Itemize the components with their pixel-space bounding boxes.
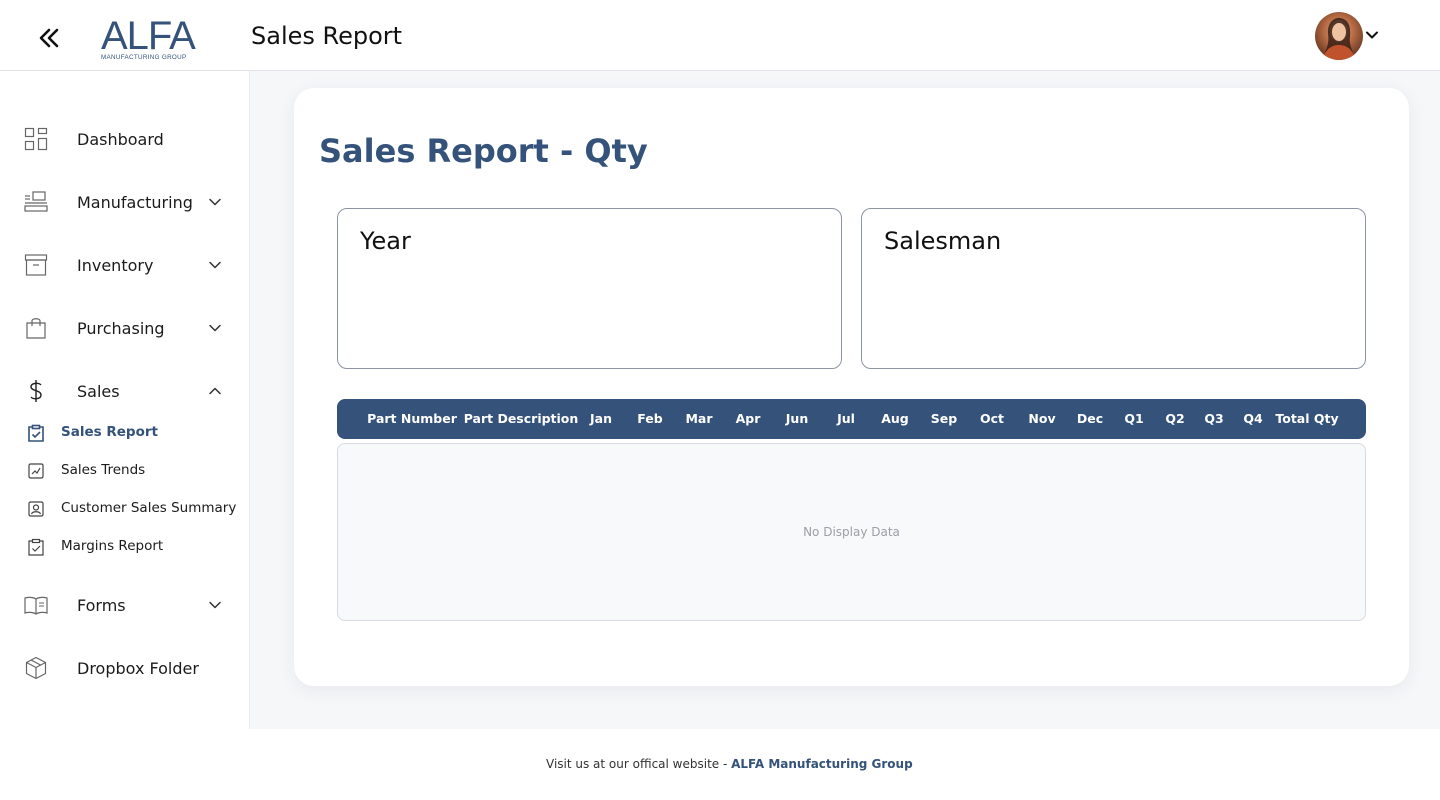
dollar-icon [30, 380, 42, 402]
column-header[interactable]: Q2 [1165, 411, 1184, 426]
page-title: Sales Report [251, 22, 403, 50]
sidebar-item-inventory[interactable]: Inventory [0, 243, 249, 287]
sidebar-subitem-label: Sales Report [61, 424, 158, 440]
chevron-down-icon [209, 324, 221, 332]
report-card: Sales Report - Qty Year Salesman Part Nu… [294, 88, 1409, 686]
sidebar-item-sales[interactable]: Sales [0, 369, 249, 413]
sidebar-subitem-label: Customer Sales Summary [61, 500, 237, 516]
sidebar-item-label: Forms [77, 595, 126, 615]
sidebar-item-label: Manufacturing [77, 192, 193, 212]
column-header[interactable]: Total Qty [1275, 411, 1338, 426]
sidebar-item-label: Inventory [77, 255, 154, 275]
column-header[interactable]: Q1 [1124, 411, 1143, 426]
table-header: Part Number Part Description Jan Feb Mar… [337, 399, 1366, 439]
clipboard-check-icon [28, 538, 44, 556]
report-title: Sales Report - Qty [319, 132, 648, 170]
column-header[interactable]: Part Number [367, 411, 457, 426]
package-icon [25, 656, 47, 680]
column-header[interactable]: Oct [980, 411, 1004, 426]
sidebar-item-dashboard[interactable]: Dashboard [0, 117, 249, 161]
salesman-filter-label: Salesman [884, 227, 1002, 255]
footer-text: Visit us at our offical website - ALFA M… [546, 757, 913, 771]
double-chevron-left-icon[interactable] [36, 24, 62, 52]
chevron-down-icon[interactable] [1365, 28, 1379, 42]
sidebar-item-dropbox-folder[interactable]: Dropbox Folder [0, 646, 249, 690]
table-body: No Display Data [337, 443, 1366, 621]
logo-mark: ALFA [101, 14, 196, 58]
sidebar-subitem-margins-report[interactable]: Margins Report [0, 532, 249, 562]
trend-chart-icon [28, 463, 44, 479]
column-header[interactable]: Feb [637, 411, 662, 426]
footer: Visit us at our offical website - ALFA M… [0, 729, 1440, 800]
sidebar-item-purchasing[interactable]: Purchasing [0, 306, 249, 350]
column-header[interactable]: Q3 [1204, 411, 1223, 426]
sidebar: Dashboard Manufacturing Inventory Purcha… [0, 71, 250, 729]
sidebar-item-label: Dropbox Folder [77, 658, 199, 678]
main-content: Sales Report - Qty Year Salesman Part Nu… [250, 71, 1440, 729]
chevron-down-icon [209, 261, 221, 269]
sidebar-item-label: Dashboard [77, 129, 164, 149]
chevron-down-icon [209, 601, 221, 609]
column-header[interactable]: Q4 [1243, 411, 1262, 426]
year-filter-label: Year [360, 227, 411, 255]
sidebar-subitem-sales-trends[interactable]: Sales Trends [0, 456, 249, 486]
column-header[interactable]: Jan [590, 411, 612, 426]
sidebar-item-label: Purchasing [77, 318, 165, 338]
book-icon [24, 596, 48, 615]
column-header[interactable]: Part Description [464, 411, 579, 426]
footer-website-link[interactable]: ALFA Manufacturing Group [731, 757, 913, 771]
dashboard-icon [24, 127, 48, 151]
company-logo[interactable]: ALFA MANUFACTURING GROUP [101, 16, 203, 62]
user-card-icon [28, 501, 44, 517]
column-header[interactable]: Sep [931, 411, 957, 426]
shopping-bag-icon [26, 318, 46, 339]
empty-state-text: No Display Data [803, 525, 900, 539]
sidebar-subitem-label: Sales Trends [61, 462, 146, 478]
manufacturing-icon [24, 191, 48, 212]
column-header[interactable]: Jun [786, 411, 808, 426]
chevron-down-icon [209, 198, 221, 206]
year-filter[interactable]: Year [337, 208, 842, 369]
sidebar-item-label: Sales [77, 381, 120, 401]
clipboard-check-icon [28, 424, 44, 442]
user-avatar[interactable] [1315, 12, 1363, 60]
column-header[interactable]: Mar [685, 411, 712, 426]
column-header[interactable]: Nov [1028, 411, 1055, 426]
column-header[interactable]: Aug [881, 411, 909, 426]
sidebar-subitem-sales-report[interactable]: Sales Report [0, 418, 249, 448]
salesman-filter[interactable]: Salesman [861, 208, 1366, 369]
column-header[interactable]: Dec [1077, 411, 1103, 426]
column-header[interactable]: Jul [837, 411, 855, 426]
sidebar-item-manufacturing[interactable]: Manufacturing [0, 180, 249, 224]
footer-caption: Visit us at our offical website - [546, 757, 732, 771]
chevron-up-icon [209, 387, 221, 395]
avatar-image [1323, 17, 1355, 60]
sidebar-subitem-label: Margins Report [61, 538, 164, 554]
sidebar-subitem-customer-sales-summary[interactable]: Customer Sales Summary [0, 494, 249, 524]
sidebar-item-forms[interactable]: Forms [0, 583, 249, 627]
column-header[interactable]: Apr [736, 411, 761, 426]
top-header: ALFA MANUFACTURING GROUP Sales Report [0, 0, 1440, 71]
archive-box-icon [24, 254, 48, 276]
